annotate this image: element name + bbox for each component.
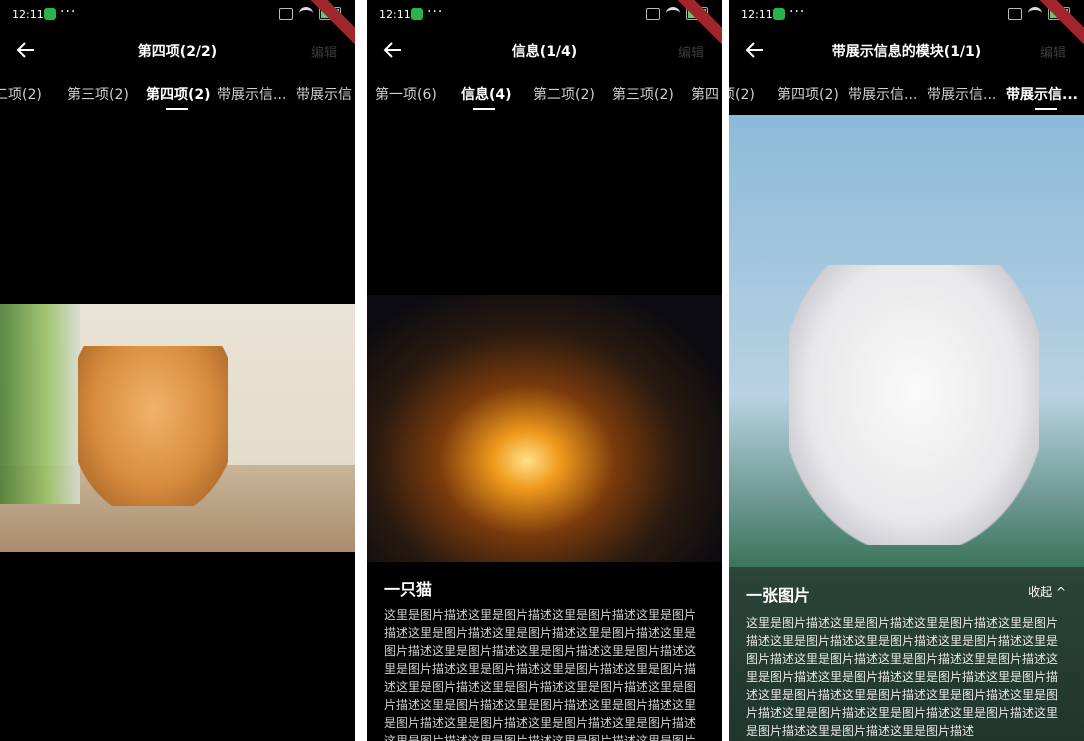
app-notification-icon xyxy=(411,8,423,20)
caption-description: 这里是图片描述这里是图片描述这里是图片描述这里是图片描述这里是图片描述这里是图片… xyxy=(384,608,697,741)
tab[interactable]: 第四项(2) xyxy=(777,84,839,104)
status-time: 12:11 xyxy=(379,8,411,21)
back-arrow-icon[interactable] xyxy=(743,38,767,62)
nav-bar: 信息(1/4) 编辑 xyxy=(367,30,722,70)
wifi-icon xyxy=(1028,7,1042,20)
sim-icon xyxy=(1008,7,1022,20)
back-arrow-icon[interactable] xyxy=(14,38,38,62)
status-bar: 12:11 ··· xyxy=(729,0,1084,49)
tab[interactable]: 二项(2) xyxy=(0,84,42,104)
wave-photo[interactable] xyxy=(367,295,722,562)
tab[interactable]: 项(2) xyxy=(729,84,755,104)
tab-bar: 项(2) 第四项(2) 带展示信... 带展示信... 带展示信... xyxy=(729,80,1084,114)
tab[interactable]: 第三项(2) xyxy=(67,84,129,104)
tab[interactable]: 第一项(6) xyxy=(375,84,437,104)
sim-icon xyxy=(279,7,293,20)
status-bar: 12:11 ··· xyxy=(367,0,722,49)
caption-description: 这里是图片描述这里是图片描述这里是图片描述这里是图片描述这里是图片描述这里是图片… xyxy=(746,616,1059,738)
tab-active[interactable]: 第四项(2) xyxy=(146,84,211,104)
caption-title: 一张图片 xyxy=(746,586,811,605)
tab-active[interactable]: 信息(4) xyxy=(461,84,512,104)
screen-3: 12:11 ··· 带展示信息的模块(1/1) 编辑 项(2) 第四项(2) 带… xyxy=(729,0,1084,741)
edit-button[interactable]: 编辑 xyxy=(1040,42,1066,61)
tab-underline xyxy=(473,108,495,110)
tab[interactable]: 第四 xyxy=(691,84,719,104)
caption-title: 一只猫 xyxy=(384,580,433,599)
vase-plant xyxy=(0,304,80,504)
sim-icon xyxy=(646,7,660,20)
page-title: 带展示信息的模块(1/1) xyxy=(831,44,982,60)
white-cat xyxy=(789,265,1039,545)
tab-bar: 第一项(6) 信息(4) 第二项(2) 第三项(2) 第四 xyxy=(367,80,722,114)
status-time: 12:11 xyxy=(12,8,44,21)
more-notifications-icon: ··· xyxy=(789,4,806,20)
tab-underline xyxy=(166,108,188,110)
page-title: 第四项(2/2) xyxy=(137,44,218,60)
orange-cat xyxy=(78,346,228,506)
tab-underline xyxy=(1035,108,1057,110)
tab[interactable]: 带展示信 xyxy=(296,84,352,104)
collapse-button[interactable]: 收起 ^ xyxy=(1028,583,1066,600)
wifi-icon xyxy=(299,7,313,20)
tab[interactable]: 第三项(2) xyxy=(612,84,674,104)
status-bar: 12:11 ··· xyxy=(0,0,355,49)
tab[interactable]: 带展示信... xyxy=(848,84,917,104)
tab[interactable]: 带展示信... xyxy=(927,84,996,104)
tab[interactable]: 带展示信... xyxy=(217,84,286,104)
tab[interactable]: 第二项(2) xyxy=(533,84,595,104)
nav-bar: 带展示信息的模块(1/1) 编辑 xyxy=(729,30,1084,70)
back-arrow-icon[interactable] xyxy=(381,38,405,62)
tab-active[interactable]: 带展示信... xyxy=(1006,84,1078,104)
edit-button[interactable]: 编辑 xyxy=(311,42,337,61)
tab-bar: 二项(2) 第三项(2) 第四项(2) 带展示信... 带展示信 xyxy=(0,80,355,114)
page-title: 信息(1/4) xyxy=(511,44,578,60)
status-time: 12:11 xyxy=(741,8,773,21)
more-notifications-icon: ··· xyxy=(427,4,444,20)
app-notification-icon xyxy=(773,8,785,20)
edit-button[interactable]: 编辑 xyxy=(678,42,704,61)
wifi-icon xyxy=(666,7,680,20)
cat-photo[interactable] xyxy=(0,304,355,552)
screen-2: 12:11 ··· 信息(1/4) 编辑 第一项(6) 信息(4) 第二项(2)… xyxy=(367,0,722,741)
nav-bar: 第四项(2/2) 编辑 xyxy=(0,30,355,70)
screen-1: 12:11 ··· 第四项(2/2) 编辑 二项(2) 第三项(2) 第四项(2… xyxy=(0,0,355,741)
app-notification-icon xyxy=(44,8,56,20)
more-notifications-icon: ··· xyxy=(60,4,77,20)
